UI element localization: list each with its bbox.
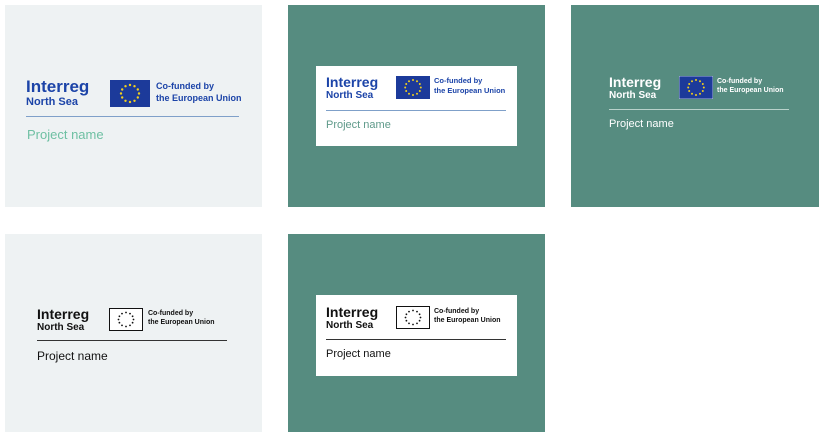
interreg-logo: Interreg North Sea Co-funded by the Euro… bbox=[37, 306, 237, 340]
cofunded-line-1: Co-funded by bbox=[434, 76, 483, 85]
region-name: North Sea bbox=[26, 96, 78, 108]
brand-name: Interreg bbox=[326, 304, 379, 320]
eu-flag-icon bbox=[679, 76, 713, 99]
project-name: Project name bbox=[27, 127, 104, 142]
interreg-logo: Interreg North Sea Co-funded by the Euro… bbox=[326, 304, 516, 338]
logo-variant-color-card: Interreg North Sea Co-funded by the Euro… bbox=[288, 5, 545, 207]
divider-line bbox=[326, 110, 506, 111]
region-name: North Sea bbox=[609, 90, 657, 101]
logo-variant-mono-light: Interreg North Sea Co-funded by the Euro… bbox=[5, 234, 262, 432]
logo-variant-color-light: Interreg North Sea Co-funded by the Euro… bbox=[5, 5, 262, 207]
white-card: Interreg North Sea Co-funded by the Euro… bbox=[316, 66, 517, 146]
cofunded-line-1: Co-funded by bbox=[717, 78, 763, 85]
eu-flag-icon bbox=[396, 76, 430, 99]
white-card: Interreg North Sea Co-funded by the Euro… bbox=[316, 295, 517, 376]
eu-flag-icon bbox=[110, 80, 150, 107]
cofunded-line-2: the European Union bbox=[156, 93, 242, 103]
eu-flag-icon bbox=[109, 308, 143, 331]
cofunded-line-1: Co-funded by bbox=[434, 308, 480, 315]
project-name: Project name bbox=[37, 349, 108, 363]
interreg-logo: Interreg North Sea Co-funded by the Euro… bbox=[326, 74, 516, 108]
divider-line bbox=[37, 340, 227, 341]
brand-name: Interreg bbox=[37, 306, 90, 322]
brand-name: Interreg bbox=[326, 74, 379, 90]
brand-name: Interreg bbox=[26, 77, 90, 96]
divider-line bbox=[609, 109, 789, 110]
cofunded-line-2: the European Union bbox=[148, 319, 215, 326]
cofunded-line-1: Co-funded by bbox=[148, 310, 194, 317]
cofunded-line-2: the European Union bbox=[434, 86, 506, 95]
project-name: Project name bbox=[326, 119, 391, 131]
eu-flag-icon bbox=[396, 306, 430, 329]
cofunded-line-1: Co-funded by bbox=[156, 81, 214, 91]
interreg-logo: Interreg North Sea Co-funded by the Euro… bbox=[26, 77, 246, 117]
brand-name: Interreg bbox=[609, 74, 662, 90]
project-name: Project name bbox=[326, 348, 391, 360]
interreg-logo: Interreg North Sea Co-funded by the Euro… bbox=[609, 74, 809, 108]
region-name: North Sea bbox=[326, 90, 374, 101]
cofunded-line-2: the European Union bbox=[434, 317, 501, 324]
cofunded-line-2: the European Union bbox=[717, 87, 784, 94]
logo-variant-white-teal: Interreg North Sea Co-funded by the Euro… bbox=[571, 5, 819, 207]
project-name: Project name bbox=[609, 118, 674, 130]
region-name: North Sea bbox=[326, 320, 374, 331]
divider-line bbox=[326, 339, 506, 340]
divider-line bbox=[26, 116, 239, 117]
logo-variant-mono-card: Interreg North Sea Co-funded by the Euro… bbox=[288, 234, 545, 432]
region-name: North Sea bbox=[37, 322, 85, 333]
